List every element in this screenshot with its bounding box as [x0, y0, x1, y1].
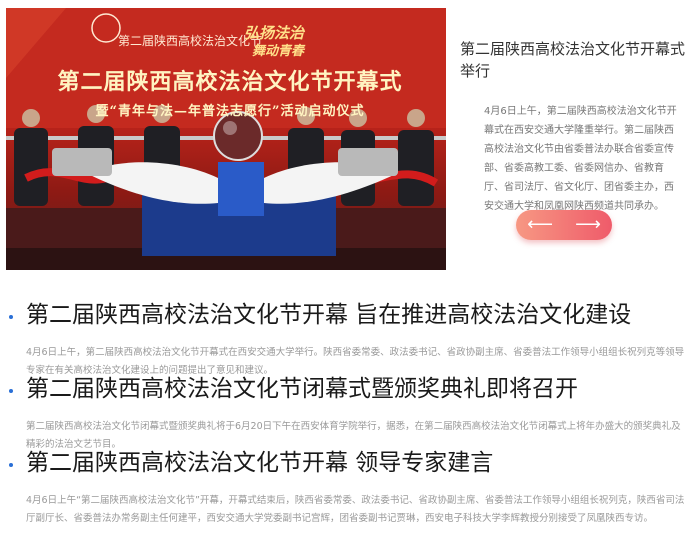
carousel-next-arrow-icon[interactable]: ⟶ [564, 210, 612, 240]
news-title[interactable]: 第二届陕西高校法治文化节闭幕式暨颁奖典礼即将召开 [26, 374, 578, 404]
banner-main-title: 第二届陕西高校法治文化节开幕式 [57, 69, 403, 95]
news-title[interactable]: 第二届陕西高校法治文化节开幕 旨在推进高校法治文化建设 [26, 300, 631, 330]
bullet-dot-icon [9, 315, 13, 319]
carousel-prev-arrow-icon[interactable]: ⟵ [516, 210, 564, 240]
banner-slogan-line2: 舞动青春 [252, 44, 305, 59]
featured-title[interactable]: 第二届陕西高校法治文化节开幕式举行 [460, 38, 690, 82]
banner-subtitle: 暨“青年与法—年普法志愿行”活动启动仪式 [95, 104, 365, 119]
banner-organizer-text: 第二届陕西高校法治文化节 [118, 34, 263, 48]
bullet-dot-icon [9, 389, 13, 393]
news-summary: 4月6日上午“第二届陕西高校法治文化节”开幕，开幕式结束后，陕西省委常委、政法委… [26, 495, 685, 524]
news-list: 第二届陕西高校法治文化节开幕 旨在推进高校法治文化建设 4月6日上午，第二届陕西… [0, 300, 700, 558]
featured-summary: 第二届陕西高校法治文化节开幕式举行 4月6日上午，第二届陕西高校法治文化节开幕式… [460, 38, 690, 216]
news-title[interactable]: 第二届陕西高校法治文化节开幕 领导专家建言 [26, 448, 493, 478]
featured-photo[interactable]: 第二届陕西高校法治文化节 弘扬法治 舞动青春 第二届陕西高校法治文化节开幕式 暨… [6, 8, 446, 270]
featured-description: 4月6日上午，第二届陕西高校法治文化节开幕式在西安交通大学隆重举行。第二届陕西高… [484, 106, 677, 212]
carousel-nav: ⟵ ⟶ [516, 210, 612, 240]
banner-text: 第二届陕西高校法治文化节开幕式 暨“青年与法—年普法志愿行”活动启动仪式 [40, 64, 420, 119]
news-item: 第二届陕西高校法治文化节开幕 领导专家建言 4月6日上午“第二届陕西高校法治文化… [0, 448, 700, 534]
bullet-dot-icon [9, 463, 13, 467]
